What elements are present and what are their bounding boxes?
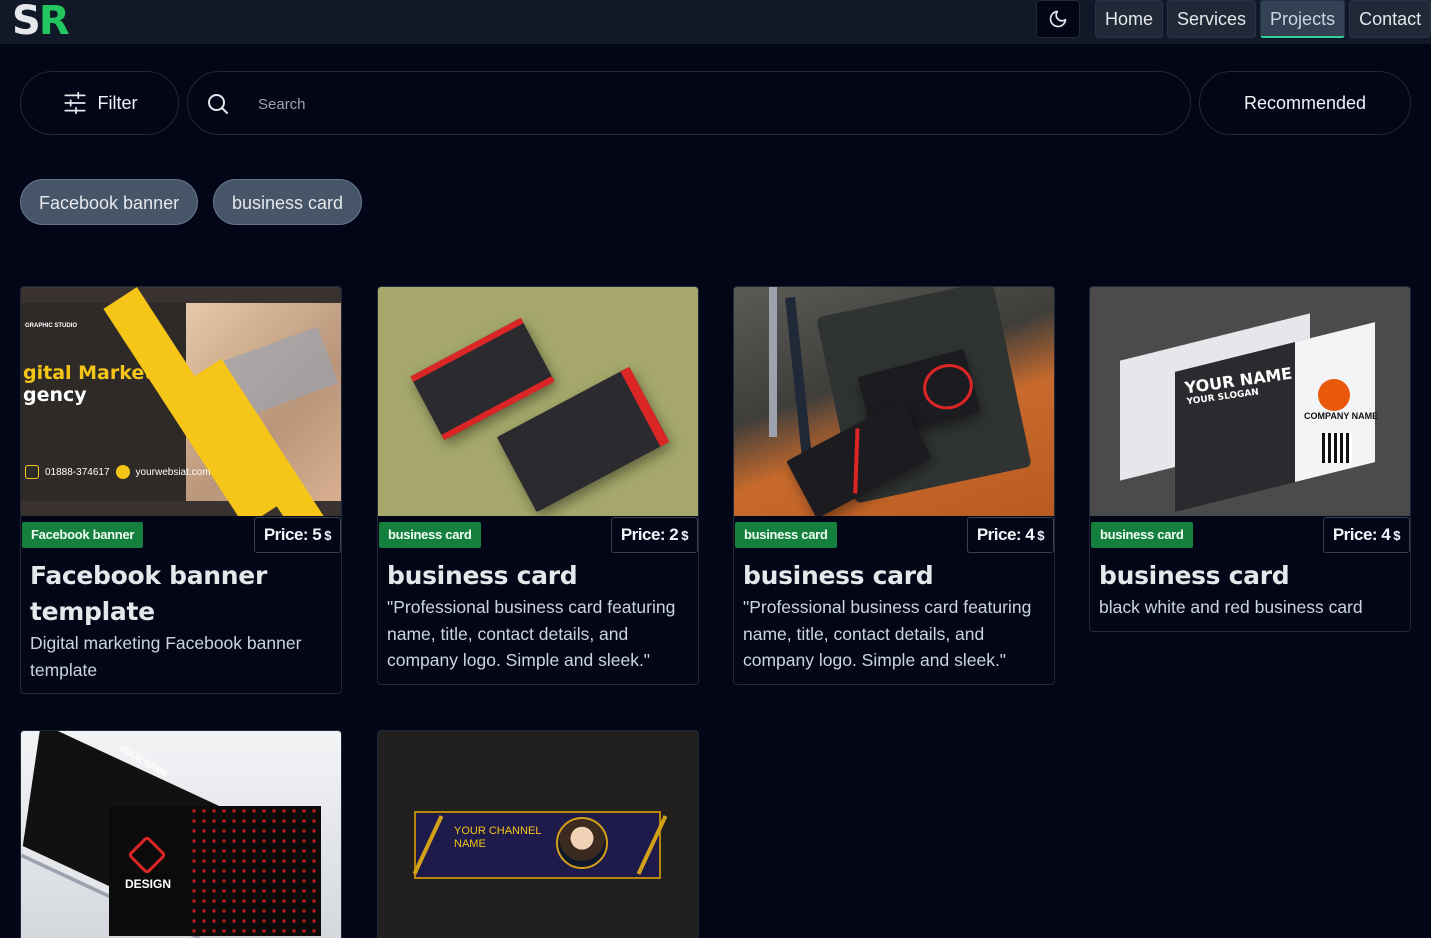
logo-letter-r: R (38, 0, 70, 44)
price-currency: $ (681, 528, 688, 543)
nav-contact[interactable]: Contact (1349, 0, 1431, 38)
nav-services[interactable]: Services (1167, 0, 1257, 38)
category-badge: business card (735, 522, 837, 548)
moon-icon (1049, 10, 1067, 28)
sort-dropdown[interactable]: Recommended (1199, 71, 1411, 135)
category-badge: Facebook banner (22, 522, 144, 548)
chip-facebook-banner[interactable]: Facebook banner (20, 179, 199, 225)
thumb-channel-line1: YOUR CHANNEL (454, 825, 542, 837)
price-value: Price: 5 (263, 525, 322, 544)
logo-letter-s: S (12, 0, 41, 44)
sliders-icon (63, 91, 86, 115)
card-thumbnail (378, 287, 698, 516)
price-value: Price: 4 (976, 525, 1035, 544)
theme-toggle-button[interactable] (1036, 0, 1080, 38)
card-thumbnail: YOUR NAME DESIGN (21, 731, 341, 938)
price-badge: Price: 4 $ (966, 517, 1054, 553)
sort-label: Recommended (1243, 92, 1367, 113)
card-description: "Professional business card featuring na… (387, 597, 676, 670)
thumb-brand-text: DESIGN (125, 877, 172, 891)
card-title: Facebook banner template (30, 561, 267, 626)
thumb-channel: YOUR CHANNEL NAME (454, 825, 541, 851)
card-title: business card (1099, 561, 1290, 590)
card-description: black white and red business card (1099, 597, 1363, 617)
thumb-line-1: gital Marketig (23, 362, 174, 384)
phone-icon (25, 465, 39, 479)
card-thumbnail: YOUR CHANNEL NAME (378, 731, 698, 938)
card-meta: business card Price: 4 $ (734, 516, 1054, 556)
thumb-studio-text: GRAPHIC STUDIO (25, 323, 78, 329)
project-card[interactable]: GRAPHIC STUDIO gital Marketig gency 0188… (20, 286, 342, 694)
price-currency: $ (324, 528, 331, 543)
price-currency: $ (1037, 528, 1044, 543)
card-thumbnail (734, 287, 1054, 516)
site-logo[interactable]: SR (12, 0, 70, 44)
thumb-channel-line2: NAME (454, 838, 486, 850)
main-nav: Home Services Projects Contact (1095, 0, 1431, 38)
category-badge: business card (1091, 522, 1193, 548)
filter-button[interactable]: Filter (20, 71, 179, 135)
card-thumbnail: GRAPHIC STUDIO gital Marketig gency 0188… (21, 287, 341, 516)
category-badge: business card (379, 522, 481, 548)
thumb-phone: 01888-374617 (45, 466, 110, 478)
card-title: business card (743, 561, 934, 590)
price-badge: Price: 2 $ (610, 517, 698, 553)
filter-label: Filter (97, 92, 138, 113)
price-value: Price: 2 (620, 525, 679, 544)
nav-home[interactable]: Home (1095, 0, 1164, 38)
card-description: "Professional business card featuring na… (743, 597, 1032, 670)
top-navbar: SR Home Services Projects Contact (0, 0, 1431, 44)
card-description: Digital marketing Facebook banner templa… (30, 633, 302, 680)
project-card[interactable]: business card Price: 2 $ business card "P… (377, 286, 699, 685)
project-card[interactable]: YOUR NAME DESIGN (20, 730, 342, 938)
chip-business-card[interactable]: business card (213, 179, 363, 225)
card-meta: business card Price: 4 $ (1090, 516, 1410, 556)
globe-icon (115, 465, 130, 479)
thumb-headline: gital Marketig gency (23, 362, 173, 406)
thumb-line-2: gency (23, 384, 87, 406)
thumb-company-text: COMPANY NAME (1304, 411, 1379, 421)
price-badge: Price: 5 $ (253, 517, 341, 553)
card-meta: business card Price: 2 $ (378, 516, 698, 556)
project-card[interactable]: business card Price: 4 $ business card "P… (733, 286, 1055, 685)
price-currency: $ (1393, 528, 1400, 543)
card-title: business card (387, 561, 578, 590)
thumb-contact: 01888-374617 yourwebsiat.com (25, 465, 211, 479)
card-thumbnail: YOUR NAME YOUR SLOGAN COMPANY NAME (1090, 287, 1410, 516)
price-badge: Price: 4 $ (1322, 517, 1410, 553)
search-bar (187, 71, 1191, 135)
card-meta: Facebook banner Price: 5 $ (21, 516, 341, 556)
price-value: Price: 4 (1332, 525, 1391, 544)
search-icon (208, 94, 228, 114)
thumb-web: yourwebsiat.com (135, 466, 211, 478)
project-card[interactable]: YOUR CHANNEL NAME (377, 730, 699, 938)
project-card[interactable]: YOUR NAME YOUR SLOGAN COMPANY NAME busin… (1089, 286, 1411, 632)
search-input[interactable] (258, 90, 1138, 118)
nav-projects[interactable]: Projects (1260, 0, 1346, 38)
